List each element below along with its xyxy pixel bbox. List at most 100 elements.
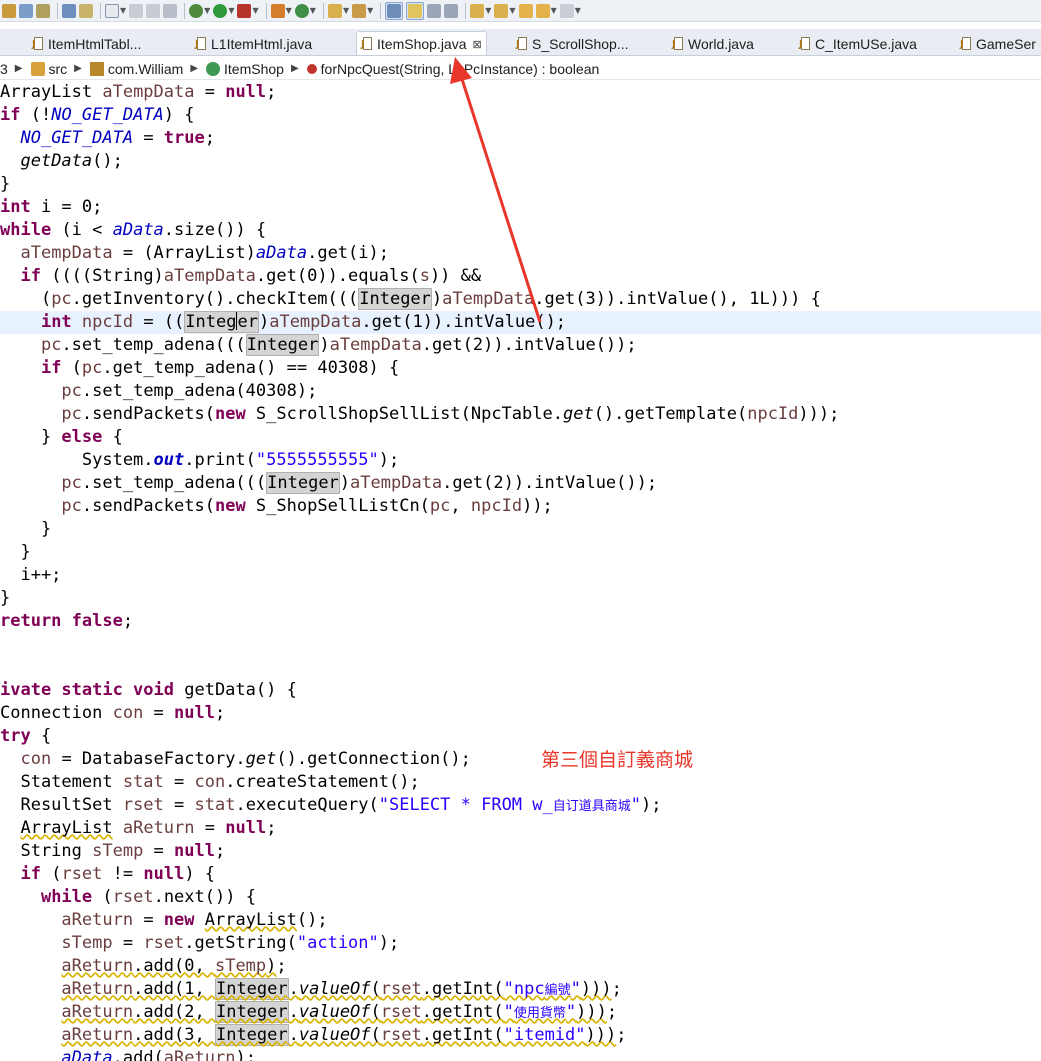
breadcrumb-src-label: src [48, 60, 68, 77]
text-caret [236, 312, 238, 330]
code-line: getData(); [20, 151, 123, 171]
chevron-right-icon[interactable]: ▶ [74, 63, 82, 74]
code-line: pc.set_temp_adena(((Integer)aTempData.ge… [40, 334, 637, 356]
java-file-icon: J [672, 36, 684, 51]
run-icon[interactable]: ▼ [213, 2, 234, 20]
tool-icon-5[interactable] [79, 2, 93, 20]
code-line: } [0, 588, 11, 608]
tab-itemshop[interactable]: J ItemShop.java ⊠ [356, 31, 487, 55]
new-file-icon[interactable]: ▼ [105, 2, 126, 20]
code-keyword: null [174, 703, 215, 723]
breadcrumb-project[interactable]: 3 [0, 61, 8, 77]
editor-tab-bar: J ItemHtmlTabl... J L1ItemHtml.java J It… [0, 29, 1041, 56]
tab-label: S_ScrollShop... [532, 35, 629, 52]
code-line: int i = 0; [0, 197, 103, 217]
code-line: } [0, 542, 31, 562]
new-class-icon[interactable]: ▼ [270, 2, 292, 20]
code-string-cjk: 自订道具商城 [552, 799, 631, 814]
code-number: 40308 [245, 381, 297, 401]
breadcrumb: 3 ▶ src ▶ com.William ▶ ItemShop ▶ forNp… [0, 58, 1041, 80]
code-keyword: null [225, 818, 267, 838]
code-line: aReturn.add(3, Integer.valueOf(rset.getI… [61, 1024, 627, 1046]
tab-c-itemuse[interactable]: J C_ItemUSe.java [799, 31, 917, 55]
code-line: i++; [0, 565, 62, 585]
print-icon[interactable] [163, 2, 178, 20]
code-keyword: false [71, 611, 123, 631]
code-line: aData.add(aReturn); [61, 1048, 256, 1061]
chevron-right-icon[interactable]: ▶ [291, 63, 299, 74]
breadcrumb-method[interactable]: forNpcQuest(String, L1PcInstance) : bool… [306, 61, 599, 77]
tab-s-scrollshop[interactable]: J S_ScrollShop... [516, 31, 629, 55]
code-line: while (rset.next()) { [40, 887, 256, 907]
back-icon[interactable] [518, 2, 533, 20]
chevron-right-icon[interactable]: ▶ [190, 63, 198, 74]
tab-world[interactable]: J World.java [672, 31, 754, 55]
code-line: if (rset != null) { [20, 864, 216, 884]
tool-icon-4[interactable] [62, 2, 76, 20]
next-annotation-icon[interactable]: ▼ [470, 2, 491, 20]
toolbar-separator [322, 2, 324, 19]
code-line: pc.set_temp_adena(((Integer)aTempData.ge… [61, 472, 658, 494]
tab-gameserver[interactable]: J GameSer [960, 31, 1036, 55]
code-line: } [0, 174, 11, 194]
code-line: System.out.print("5555555555"); [0, 450, 400, 470]
external-tools-icon[interactable]: ▼ [237, 2, 259, 20]
tab-label: L1ItemHtml.java [211, 35, 313, 52]
tool-icon-2[interactable] [19, 2, 33, 20]
refresh-icon[interactable]: ▼ [294, 2, 316, 20]
tab-label: World.java [688, 35, 754, 52]
code-line: Connection con = null; [0, 703, 226, 723]
tab-itemhtmltabl[interactable]: J ItemHtmlTabl... [32, 31, 142, 55]
code-line: return false; [0, 611, 134, 631]
source-folder-icon [30, 61, 45, 76]
forward-nav-icon[interactable]: ▼ [559, 2, 581, 20]
code-line: pc.sendPackets(new S_ShopSellListCn(pc, … [61, 496, 553, 516]
open-type-icon[interactable]: ▼ [327, 2, 349, 20]
toolbar-separator [265, 2, 267, 19]
code-line: aReturn.add(0, sTemp); [61, 956, 287, 976]
save-icon[interactable] [129, 2, 144, 20]
code-line: aReturn.add(2, Integer.valueOf(rset.getI… [61, 1001, 618, 1023]
code-keyword: true [163, 128, 205, 148]
code-line: ArrayList aReturn = null; [20, 818, 277, 838]
code-editor[interactable]: ArrayList aTempData = null; if (!NO_GET_… [0, 81, 1041, 1061]
java-file-icon: J [516, 36, 528, 51]
breadcrumb-package[interactable]: com.William [89, 61, 183, 77]
close-icon[interactable]: ⊠ [473, 38, 482, 51]
toggle-highlight-icon[interactable] [406, 1, 425, 20]
back-nav-icon[interactable]: ▼ [535, 2, 557, 20]
tab-label: ItemShop.java [377, 36, 467, 52]
tool-icon-3[interactable] [36, 2, 50, 20]
show-whitespace-icon[interactable] [444, 2, 459, 20]
tab-label: ItemHtmlTabl... [48, 35, 142, 52]
java-file-icon: J [799, 36, 811, 51]
prev-annotation-icon[interactable]: ▼ [494, 2, 516, 20]
breadcrumb-class[interactable]: ItemShop [206, 61, 284, 77]
toolbar-separator [184, 2, 186, 19]
toolbar-separator [380, 2, 382, 19]
tab-l1itemhtml[interactable]: J L1ItemHtml.java [195, 31, 313, 55]
code-string: "5555555555" [255, 450, 379, 470]
breadcrumb-src[interactable]: src [30, 60, 68, 77]
code-line: Statement stat = con.createStatement(); [0, 772, 420, 792]
breadcrumb-project-label: 3 [0, 60, 8, 77]
toolbar-separator [57, 2, 58, 19]
code-line: ivate static void getData() { [0, 680, 297, 700]
search-icon[interactable]: ▼ [352, 2, 373, 20]
save-all-icon[interactable] [146, 2, 161, 20]
code-line-current: int npcId = ((Integer)aTempData.get(1)).… [0, 311, 1041, 334]
tab-label: GameSer [976, 35, 1036, 52]
toggle-mark-occurrences-icon[interactable] [385, 1, 404, 20]
code-line: (pc.getInventory().checkItem(((Integer)a… [0, 288, 821, 310]
chevron-right-icon[interactable]: ▶ [15, 63, 23, 74]
main-toolbar: ▼ ▼ ▼ ▼ ▼ ▼ ▼ ▼ ▼ ▼ ▼ ▼ [0, 0, 1041, 22]
code-keyword: null [225, 82, 267, 102]
java-file-icon: J [361, 37, 373, 51]
debug-icon[interactable]: ▼ [189, 2, 210, 20]
java-file-icon: J [960, 36, 972, 51]
code-line: con = DatabaseFactory.get().getConnectio… [20, 749, 471, 769]
block-select-icon[interactable] [427, 2, 442, 20]
tool-icon-1[interactable] [2, 2, 16, 20]
code-line: aTempData = (ArrayList)aData.get(i); [20, 243, 389, 263]
code-line: sTemp = rset.getString("action"); [61, 933, 400, 953]
